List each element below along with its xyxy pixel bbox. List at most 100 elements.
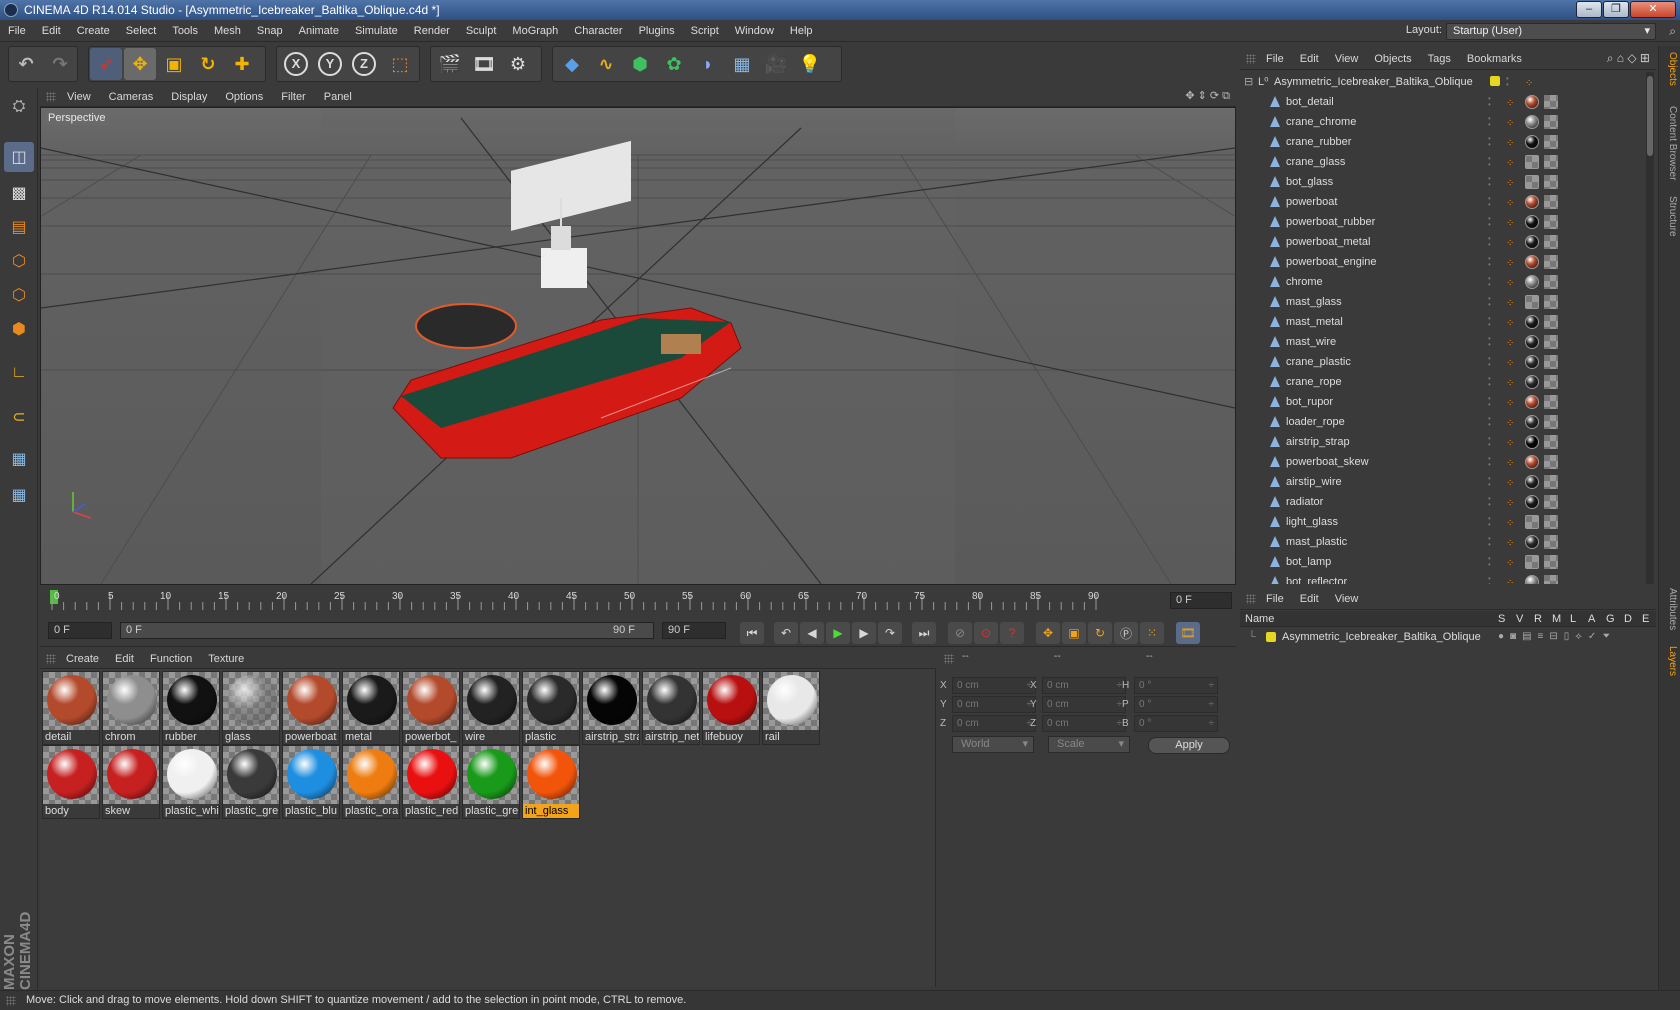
z-axis-lock-icon[interactable]: Z [352,52,376,76]
floor-icon[interactable]: ▦ [726,48,758,80]
axis-mode-icon[interactable]: ∟ [4,358,34,388]
coord-value-field[interactable]: 0 cm [1042,715,1126,732]
object-row[interactable]: powerboat • • ⁘ [1240,192,1644,212]
material-swatch[interactable]: plastic [522,671,580,745]
visibility-dots[interactable]: •• [1488,335,1491,349]
visibility-dots[interactable]: •• [1488,275,1491,289]
phong-tag-icon[interactable]: ⁘ [1506,454,1514,474]
menu-script[interactable]: Script [683,20,727,42]
undo-icon[interactable]: ↶ [10,48,42,80]
y-axis-lock-icon[interactable]: Y [318,52,342,76]
material-swatch[interactable]: powerbot_ [402,671,460,745]
subdivision-surface-icon[interactable]: ⬢ [624,48,656,80]
material-tag-icon[interactable] [1525,235,1539,249]
layer-col-name[interactable]: Name [1245,611,1274,627]
layer-menu-view[interactable]: View [1327,588,1367,610]
uvw-tag-icon[interactable] [1544,115,1558,129]
uvw-tag-icon[interactable] [1544,95,1558,109]
object-manager-nav-icons[interactable]: ⌕ ⌂ ◇ ⊞ [1607,51,1650,66]
material-tag-icon[interactable] [1525,375,1539,389]
phong-tag-icon[interactable]: ⁘ [1506,394,1514,414]
visibility-dots[interactable]: •• [1488,575,1491,585]
timeline[interactable]: 0 5 10 15 20 25 30 35 40 45 50 55 60 65 … [40,588,1236,620]
visibility-dots[interactable]: •• [1488,215,1491,229]
cube-icon[interactable]: ◆ [556,48,588,80]
phong-tag-icon[interactable]: ⁘ [1506,154,1514,174]
uvw-tag-icon[interactable] [1544,495,1558,509]
material-swatch[interactable]: plastic_whi [162,745,220,819]
go-to-end-icon[interactable]: ⏭ [912,622,936,644]
material-tag-icon[interactable] [1525,155,1539,169]
phong-tag-icon[interactable]: ⁘ [1506,374,1514,394]
material-swatch[interactable]: skew [102,745,160,819]
x-axis-lock-icon[interactable]: X [284,52,308,76]
key-scale-icon[interactable]: ▣ [1062,622,1086,644]
material-tag-icon[interactable] [1525,575,1539,584]
edges-mode-icon[interactable]: ⬡ [4,280,34,310]
tab-attributes[interactable]: Attributes [1662,588,1678,630]
current-frame-field[interactable]: 0 F [1170,592,1232,609]
layout-select[interactable]: Startup (User) [1446,23,1656,40]
uvw-tag-icon[interactable] [1544,255,1558,269]
phong-tag-icon[interactable]: ⁘ [1506,474,1514,494]
material-swatch[interactable]: airstrip_net [642,671,700,745]
material-tag-icon[interactable] [1525,175,1539,189]
visibility-dots[interactable]: •• [1488,475,1491,489]
menu-select[interactable]: Select [118,20,165,42]
object-row[interactable]: crane_glass • • ⁘ [1240,152,1644,172]
viewport-menu-options[interactable]: Options [216,87,272,107]
visibility-dots[interactable]: •• [1488,435,1491,449]
menu-character[interactable]: Character [566,20,630,42]
object-row[interactable]: crane_rope • • ⁘ [1240,372,1644,392]
uvw-tag-icon[interactable] [1544,455,1558,469]
light-icon[interactable]: 💡 [794,48,826,80]
visibility-dots[interactable]: •• [1488,155,1491,169]
menu-sculpt[interactable]: Sculpt [458,20,505,42]
object-row[interactable]: powerboat_rubber • • ⁘ [1240,212,1644,232]
menu-plugins[interactable]: Plugins [631,20,683,42]
material-swatch[interactable]: wire [462,671,520,745]
material-tag-icon[interactable] [1525,335,1539,349]
material-tag-icon[interactable] [1525,535,1539,549]
material-tag-icon[interactable] [1525,135,1539,149]
layer-col-locked[interactable]: L [1570,611,1576,627]
material-menu-edit[interactable]: Edit [107,649,142,669]
spline-pen-icon[interactable]: ∿ [590,48,622,80]
object-row[interactable]: radiator • • ⁘ [1240,492,1644,512]
material-swatch[interactable]: plastic_gre [462,745,520,819]
material-menu-create[interactable]: Create [58,649,107,669]
object-menu-file[interactable]: File [1258,48,1292,70]
tab-layers[interactable]: Layers [1662,646,1678,676]
visibility-dots[interactable]: •• [1488,455,1491,469]
phong-tag-icon[interactable]: ⁘ [1506,274,1514,294]
coord-value-field[interactable]: 0 ° [1134,696,1218,713]
maximize-button[interactable]: ❐ [1603,1,1629,18]
key-position-icon[interactable]: ✥ [1036,622,1060,644]
material-tag-icon[interactable] [1525,195,1539,209]
menu-snap[interactable]: Snap [249,20,291,42]
next-key-icon[interactable]: ↷ [878,622,902,644]
material-tag-icon[interactable] [1525,95,1539,109]
array-icon[interactable]: ✿ [658,48,690,80]
material-tag-icon[interactable] [1525,315,1539,329]
layer-menu-edit[interactable]: Edit [1292,588,1327,610]
locked-workplane-icon[interactable]: ▦ [4,444,34,474]
make-editable-icon[interactable]: ⛭ [4,92,34,122]
search-icon[interactable]: ⌕ [1669,24,1676,39]
next-frame-icon[interactable]: ▶ [852,622,876,644]
material-swatch[interactable]: rubber [162,671,220,745]
material-swatch[interactable]: plastic_ora [342,745,400,819]
deformer-icon[interactable]: ◗ [692,48,724,80]
scrollbar-thumb[interactable] [1647,76,1653,156]
coord-value-field[interactable]: 0 cm [952,677,1036,694]
uvw-tag-icon[interactable] [1544,475,1558,489]
collapse-icon[interactable]: ⊟ [1244,72,1253,92]
material-swatch[interactable]: plastic_blu [282,745,340,819]
layer-toggle-icons[interactable]: ●◙▤≡⊟▯⟡✓⏷ [1498,628,1616,646]
apply-button[interactable]: Apply [1148,737,1230,754]
layer-col-view[interactable]: V [1516,611,1523,627]
phong-tag-icon[interactable]: ⁘ [1506,514,1514,534]
uvw-tag-icon[interactable] [1544,395,1558,409]
rotate-tool-icon[interactable]: ↻ [192,48,224,80]
camera-icon[interactable]: 🎥 [760,48,792,80]
